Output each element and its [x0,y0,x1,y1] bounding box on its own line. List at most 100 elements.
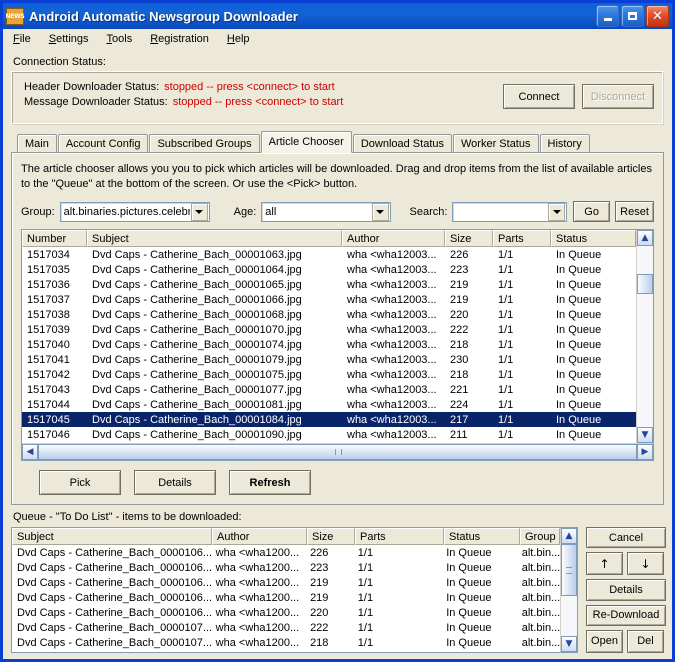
hscroll-thumb[interactable] [38,444,637,460]
queue-vscrollbar[interactable]: ▲ ▼ [560,528,577,652]
column-header-subject[interactable]: Subject [87,230,342,247]
table-row[interactable]: 1517041 Dvd Caps - Catherine_Bach_0000107… [22,352,636,367]
table-row[interactable]: 1517034 Dvd Caps - Catherine_Bach_0000106… [22,247,636,262]
queue-column-header-status[interactable]: Status [444,528,520,545]
del-button[interactable]: Del [627,629,664,653]
table-row[interactable]: 1517037 Dvd Caps - Catherine_Bach_0000106… [22,292,636,307]
menu-item-help[interactable]: Help [225,32,252,46]
table-row[interactable]: 1517044 Dvd Caps - Catherine_Bach_0000108… [22,397,636,412]
tab-history[interactable]: History [539,134,590,152]
column-header-number[interactable]: Number [22,230,87,247]
list-item[interactable]: Dvd Caps - Catherine_Bach_0000106... wha … [12,545,560,560]
tab-main[interactable]: Main [17,134,57,152]
list-item[interactable]: Dvd Caps - Catherine_Bach_0000106... wha … [12,560,560,575]
move-down-button[interactable]: ↓ [627,552,664,576]
cancel-button[interactable]: Cancel [586,527,666,549]
cell-status: In Queue [446,591,492,604]
menu-item-file[interactable]: File [11,32,33,46]
queue-column-header-author[interactable]: Author [212,528,307,545]
redownload-button[interactable]: Re-Download [586,604,666,626]
article-list-rows: 1517034 Dvd Caps - Catherine_Bach_0000106… [22,247,636,443]
cell-size: 222 [450,323,469,336]
minimize-button[interactable] [596,5,619,27]
table-row[interactable]: 1517040 Dvd Caps - Catherine_Bach_0000107… [22,337,636,352]
queue-list: Subject Author Size Parts Status Group D… [11,527,578,653]
tab-subscribed-groups[interactable]: Subscribed Groups [149,134,260,152]
scroll-down-icon[interactable]: ▼ [637,427,653,443]
scroll-up-icon[interactable]: ▲ [561,528,577,544]
scroll-down-icon[interactable]: ▼ [561,636,577,652]
table-row[interactable]: 1517039 Dvd Caps - Catherine_Bach_0000107… [22,322,636,337]
queue-column-header-size[interactable]: Size [307,528,355,545]
column-header-size[interactable]: Size [445,230,493,247]
go-button[interactable]: Go [573,201,611,222]
cell-group: alt.bin... [521,576,560,589]
queue-column-header-parts[interactable]: Parts [355,528,444,545]
grip [566,567,572,574]
details-button[interactable]: Details [134,470,216,495]
reset-button[interactable]: Reset [615,201,654,222]
menu-item-registration[interactable]: Registration [148,32,211,46]
list-item[interactable]: Dvd Caps - Catherine_Bach_0000107...wha … [12,620,560,635]
list-item[interactable]: Dvd Caps - Catherine_Bach_0000106... wha … [12,605,560,620]
scroll-thumb[interactable] [637,274,653,294]
column-header-status[interactable]: Status [551,230,636,247]
group-combo[interactable]: alt.binaries.pictures.celebr [59,201,210,222]
table-row[interactable]: 1517045 Dvd Caps - Catherine_Bach_0000108… [22,412,636,427]
pick-button[interactable]: Pick [39,470,121,495]
cell-subject: Dvd Caps - Catherine_Bach_0000106... [17,591,211,604]
column-header-author[interactable]: Author [342,230,445,247]
table-row[interactable]: 1517035 Dvd Caps - Catherine_Bach_0000106… [22,262,636,277]
table-row[interactable]: 1517046 Dvd Caps - Catherine_Bach_0000109… [22,427,636,442]
queue-details-button[interactable]: Details [586,579,666,601]
chevron-down-icon[interactable] [371,202,389,221]
triangle [552,209,561,214]
cell-parts: 1/1 [498,428,514,441]
hscroll-track[interactable] [38,444,637,460]
table-row[interactable]: 1517038 Dvd Caps - Catherine_Bach_0000106… [22,307,636,322]
menu-item-tools[interactable]: Tools [105,32,135,46]
chevron-down-icon[interactable] [548,202,566,221]
column-header-parts[interactable]: Parts [493,230,551,247]
tab-account-config[interactable]: Account Config [57,134,149,152]
connection-buttons: Connect Disconnect [503,84,654,109]
table-row[interactable]: 1517042 Dvd Caps - Catherine_Bach_0000107… [22,367,636,382]
search-combo[interactable] [452,201,568,222]
cell-status: In Queue [556,248,602,261]
list-item[interactable]: Dvd Caps - Catherine_Bach_0000106... wha … [12,590,560,605]
close-button[interactable]: ✕ [646,5,669,27]
scroll-track[interactable] [637,246,653,427]
maximize-button[interactable] [621,5,644,27]
cell-parts: 1/1 [357,546,374,559]
cell-status: In Queue [446,576,492,589]
table-row[interactable]: 1517036 Dvd Caps - Catherine_Bach_0000106… [22,277,636,292]
article-list-columns: Number Subject Author Size Parts Status … [22,230,636,443]
menu-rest: egistration [158,32,209,45]
cell-group: alt.bin... [521,621,560,634]
refresh-button[interactable]: Refresh [229,470,311,495]
article-list-hscrollbar[interactable]: ◀ ▶ [22,443,653,460]
tab-worker-status[interactable]: Worker Status [453,134,539,152]
age-combo[interactable]: all [261,201,391,222]
list-item[interactable]: Dvd Caps - Catherine_Bach_0000107...wha … [12,635,560,650]
move-up-button[interactable]: ↑ [586,552,623,576]
scroll-right-icon[interactable]: ▶ [637,444,653,460]
article-list-vscrollbar[interactable]: ▲ ▼ [636,230,653,443]
cell-size: 217 [450,413,469,426]
queue-column-header-group[interactable]: Group [520,528,560,545]
scroll-left-icon[interactable]: ◀ [22,444,38,460]
list-item[interactable]: Dvd Caps - Catherine_Bach_0000107...wha … [12,650,560,653]
table-row[interactable]: 1517043 Dvd Caps - Catherine_Bach_0000107… [22,382,636,397]
chevron-down-icon[interactable] [190,202,208,221]
scroll-thumb[interactable] [561,544,577,596]
queue-column-header-subject[interactable]: Subject [12,528,212,545]
open-button[interactable]: Open [586,629,623,653]
tab-download-status[interactable]: Download Status [352,134,452,152]
scroll-track[interactable] [561,544,577,636]
menu-item-settings[interactable]: Settings [47,32,91,46]
scroll-up-icon[interactable]: ▲ [637,230,653,246]
list-item[interactable]: Dvd Caps - Catherine_Bach_0000106... wha … [12,575,560,590]
cell-subject: Dvd Caps - Catherine_Bach_00001063.jpg [92,248,302,261]
tab-article-chooser[interactable]: Article Chooser [260,131,352,153]
connect-button[interactable]: Connect [503,84,575,109]
